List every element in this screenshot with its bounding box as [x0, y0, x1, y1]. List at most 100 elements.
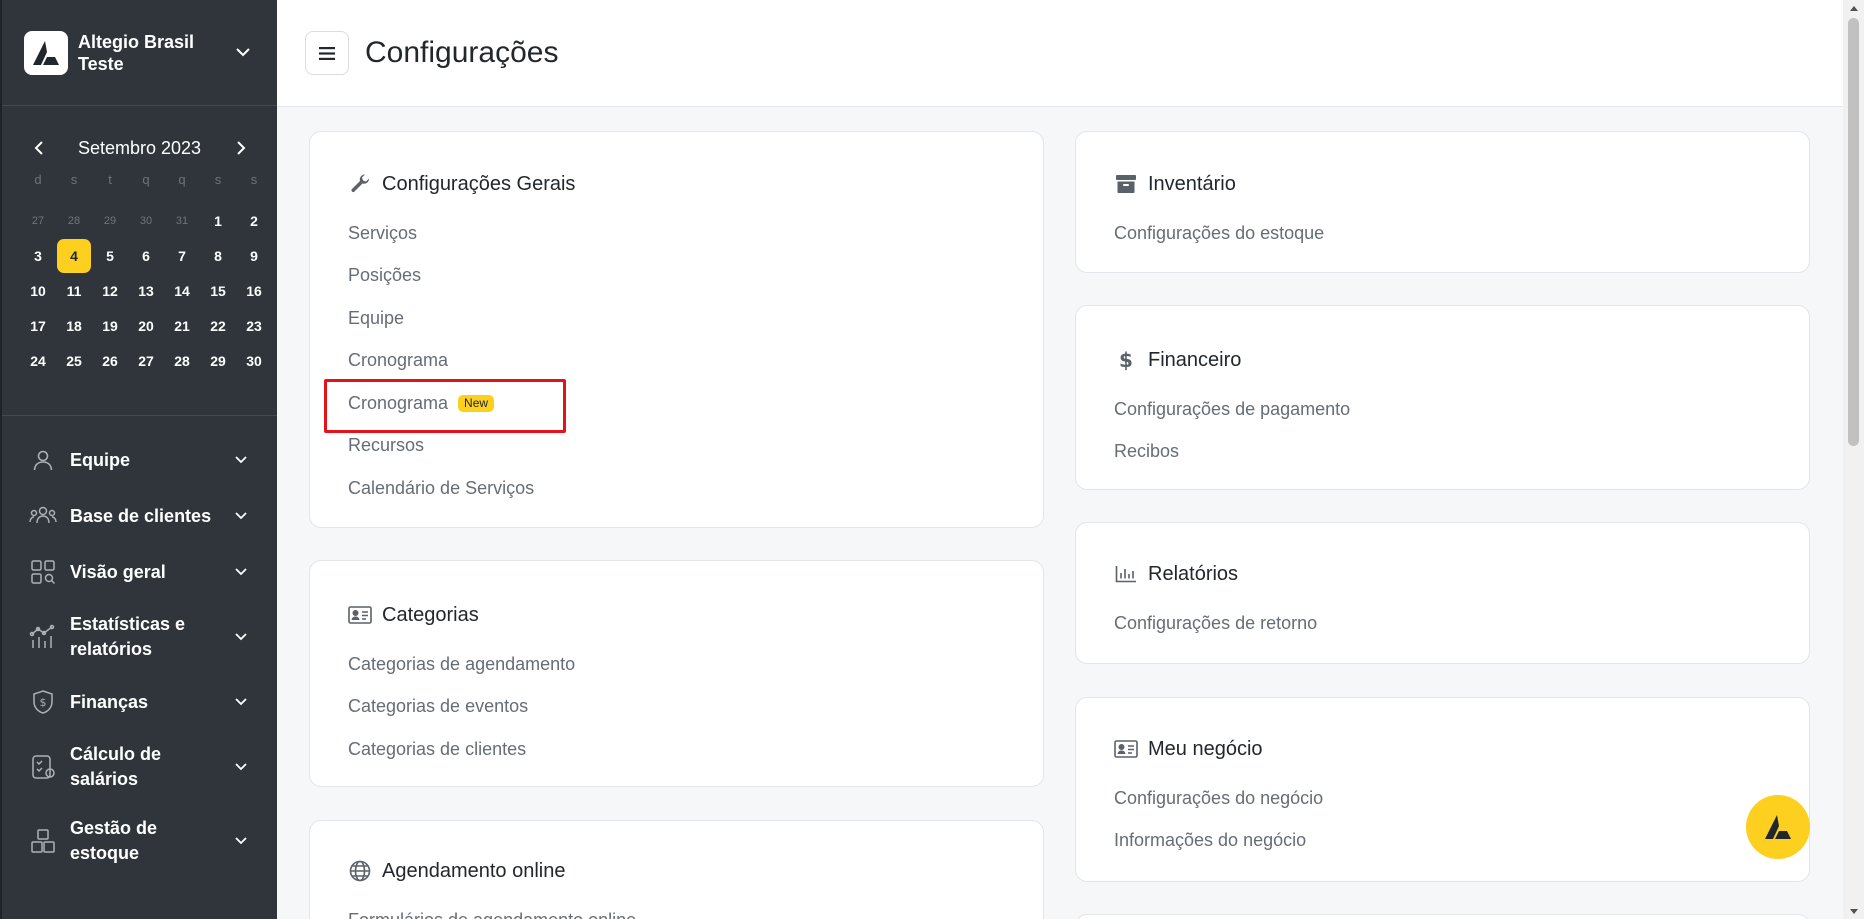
link-configuracoes-estoque[interactable]: Configurações do estoque — [1114, 212, 1771, 255]
link-categorias-agendamento[interactable]: Categorias de agendamento — [348, 643, 1005, 686]
calendar-day[interactable]: 5 — [92, 238, 128, 273]
calendar-day[interactable]: 13 — [128, 273, 164, 308]
calendar-day[interactable]: 21 — [164, 308, 200, 343]
card-inventario: Inventário Configurações do estoque — [1075, 131, 1810, 273]
day-number: 30 — [246, 352, 262, 369]
link-cronograma[interactable]: Cronograma — [348, 340, 1005, 383]
nav-label: Equipe — [70, 449, 131, 470]
business-name: Altegio Brasil Teste — [78, 31, 195, 74]
nav-item-equipe[interactable]: Equipe — [2, 432, 277, 488]
day-number: 23 — [246, 317, 262, 334]
link-recursos[interactable]: Recursos — [348, 425, 1005, 468]
day-number: 27 — [31, 214, 45, 227]
nav-item-gestao-estoque[interactable]: Gestão de estoque — [2, 804, 277, 878]
menu-toggle-button[interactable] — [305, 31, 349, 75]
scroll-down-arrow-icon[interactable] — [1848, 905, 1859, 917]
day-number: 28 — [67, 214, 81, 227]
link-categorias-eventos[interactable]: Categorias de eventos — [348, 686, 1005, 729]
calendar-day[interactable]: 7 — [164, 238, 200, 273]
link-formularios-agendamento[interactable]: Formulários de agendamento online — [348, 899, 1005, 919]
link-cronograma-new[interactable]: Cronograma New — [348, 382, 1005, 425]
nav-item-financas[interactable]: $ Finanças — [2, 674, 277, 730]
calendar-day[interactable]: 17 — [20, 308, 56, 343]
page-title: Configurações — [365, 36, 559, 69]
day-number: 3 — [34, 247, 42, 264]
brand-logo-icon — [1765, 815, 1791, 839]
day-number: 20 — [138, 317, 154, 334]
mini-calendar: Setembro 2023 d s t q q s s 27 28 29 30 31 1 2 3 4 5 6 7 8 9… — [2, 106, 277, 416]
nav-item-estatisticas[interactable]: Estatísticas e relatórios — [2, 600, 277, 674]
scrollbar-thumb[interactable] — [1848, 18, 1859, 446]
chevron-down-icon — [231, 562, 251, 582]
nav-item-calculo-salarios[interactable]: Cálculo de salários — [2, 730, 277, 804]
calendar-day[interactable]: 10 — [20, 273, 56, 308]
calendar-day[interactable]: 26 — [92, 343, 128, 378]
scroll-up-arrow-icon[interactable] — [1848, 2, 1859, 14]
day-number: 9 — [250, 247, 258, 264]
nav-item-visao-geral[interactable]: Visão geral — [2, 544, 277, 600]
link-posicoes[interactable]: Posições — [348, 255, 1005, 298]
link-recibos[interactable]: Recibos — [1114, 431, 1771, 474]
day-number: 1 — [214, 212, 222, 229]
day-number: 2 — [250, 212, 258, 229]
weekday-label: t — [108, 171, 112, 187]
link-equipe[interactable]: Equipe — [348, 297, 1005, 340]
calendar-day[interactable]: 27 — [20, 203, 56, 238]
link-informacoes-negocio[interactable]: Informações do negócio — [1114, 820, 1771, 863]
svg-text:$: $ — [40, 696, 47, 709]
day-number: 7 — [178, 247, 186, 264]
calendar-prev-button[interactable] — [26, 136, 50, 160]
calendar-day[interactable]: 28 — [56, 203, 92, 238]
calendar-day[interactable]: 14 — [164, 273, 200, 308]
user-icon — [28, 445, 58, 475]
calendar-day[interactable]: 22 — [200, 308, 236, 343]
calendar-day[interactable]: 2 — [236, 203, 272, 238]
calendar-day[interactable]: 28 — [164, 343, 200, 378]
calendar-day[interactable]: 15 — [200, 273, 236, 308]
calendar-day[interactable]: 19 — [92, 308, 128, 343]
calendar-day[interactable]: 11 — [56, 273, 92, 308]
chevron-down-icon — [231, 831, 251, 851]
calendar-month: Setembro 2023 — [77, 137, 202, 158]
calendar-day[interactable]: 8 — [200, 238, 236, 273]
nav-item-base-de-clientes[interactable]: Base de clientes — [2, 488, 277, 544]
link-configuracoes-retorno[interactable]: Configurações de retorno — [1114, 602, 1771, 645]
chevron-down-icon — [231, 41, 255, 65]
calendar-next-button[interactable] — [229, 136, 253, 160]
calendar-grid: d s t q q s s 27 28 29 30 31 1 2 3 4 5 6 7 8 9 10 11 12 13 14 15 16… — [20, 168, 262, 378]
calendar-day[interactable]: 23 — [236, 308, 272, 343]
calendar-day[interactable]: 16 — [236, 273, 272, 308]
assistant-fab-button[interactable] — [1746, 795, 1810, 859]
calendar-day-today[interactable]: 4 — [56, 238, 92, 273]
calendar-day[interactable]: 12 — [92, 273, 128, 308]
calendar-day[interactable]: 24 — [20, 343, 56, 378]
link-categorias-clientes[interactable]: Categorias de clientes — [348, 728, 1005, 771]
day-number: 25 — [66, 352, 82, 369]
link-configuracoes-pagamento[interactable]: Configurações de pagamento — [1114, 388, 1771, 431]
wrench-icon — [348, 172, 372, 196]
calendar-day[interactable]: 30 — [236, 343, 272, 378]
calendar-day[interactable]: 18 — [56, 308, 92, 343]
page-scrollbar[interactable] — [1843, 0, 1864, 919]
card-partial — [1075, 914, 1810, 919]
weekday-label: s — [250, 171, 258, 187]
link-servicos[interactable]: Serviços — [348, 212, 1005, 255]
calendar-day[interactable]: 3 — [20, 238, 56, 273]
business-switcher[interactable]: Altegio Brasil Teste — [2, 0, 277, 106]
calendar-day[interactable]: 29 — [92, 203, 128, 238]
calendar-day[interactable]: 25 — [56, 343, 92, 378]
calendar-day[interactable]: 27 — [128, 343, 164, 378]
link-calendario-servicos[interactable]: Calendário de Serviços — [348, 467, 1005, 510]
card-financeiro: $ Financeiro Configurações de pagamento … — [1075, 305, 1810, 490]
chevron-down-icon — [231, 450, 251, 470]
day-number: 17 — [30, 317, 46, 334]
calendar-day[interactable]: 1 — [200, 203, 236, 238]
calendar-day[interactable]: 20 — [128, 308, 164, 343]
calendar-day[interactable]: 9 — [236, 238, 272, 273]
chart-icon — [1114, 562, 1138, 586]
calendar-day[interactable]: 31 — [164, 203, 200, 238]
calendar-day[interactable]: 30 — [128, 203, 164, 238]
calendar-day[interactable]: 29 — [200, 343, 236, 378]
calendar-day[interactable]: 6 — [128, 238, 164, 273]
link-configuracoes-negocio[interactable]: Configurações do negócio — [1114, 777, 1771, 820]
